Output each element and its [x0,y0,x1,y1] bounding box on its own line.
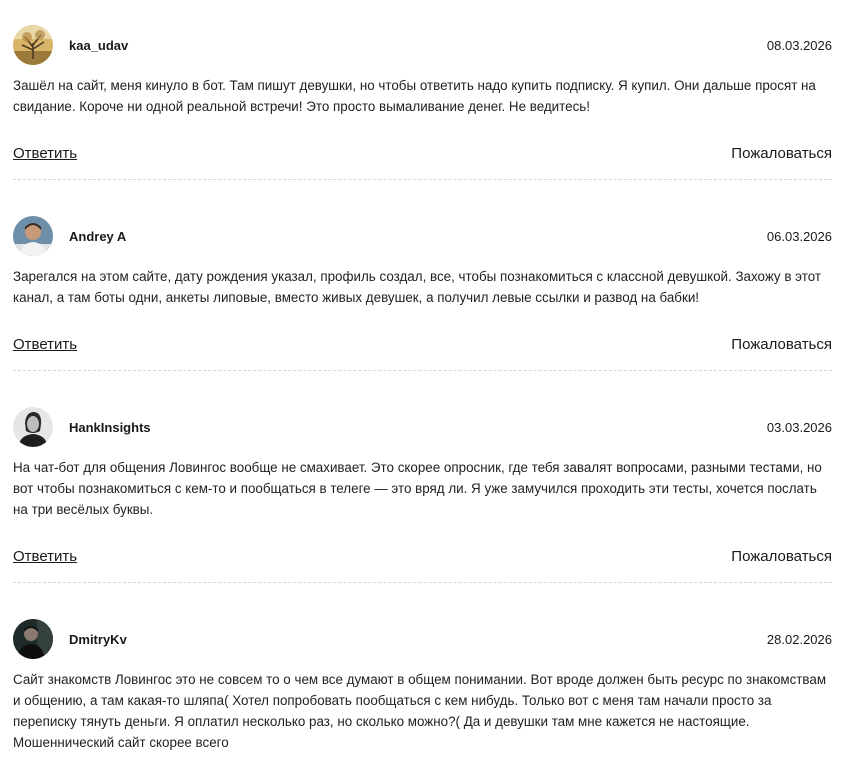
comment-author: HankInsights [69,419,151,435]
comment-text: Зарегался на этом сайте, дату рождения у… [13,269,821,305]
comment-date: 08.03.2026 [766,37,832,53]
comment-author: kaa_udav [69,37,129,53]
comment-header: Andrey A 06.03.2026 [13,216,832,256]
comment-item: DmitryKv 28.02.2026 Сайт знакомств Ловин… [13,583,832,753]
comment-text: На чат-бот для общения Ловингос вообще н… [13,460,822,517]
comment-date: 28.02.2026 [766,631,832,647]
avatar [13,407,53,447]
avatar [13,619,53,659]
comment-actions: Ответить Пожаловаться [13,141,832,166]
comment-item: Andrey A 06.03.2026 Зарегался на этом са… [13,180,832,371]
comments-list: kaa_udav 08.03.2026 Зашёл на сайт, меня … [0,0,842,753]
report-link[interactable]: Пожаловаться [731,548,832,565]
avatar [13,216,53,256]
comment-text: Зашёл на сайт, меня кинуло в бот. Там пи… [13,78,816,114]
comment-date: 06.03.2026 [766,228,832,244]
comment-author: DmitryKv [69,631,127,647]
reply-link[interactable]: Ответить [13,336,77,353]
reply-link[interactable]: Ответить [13,548,77,565]
comment-header: kaa_udav 08.03.2026 [13,25,832,65]
comment-item: HankInsights 03.03.2026 На чат-бот для о… [13,371,832,583]
avatar [13,25,53,65]
comment-text: Сайт знакомств Ловингос это не совсем то… [13,672,827,750]
comment-header: DmitryKv 28.02.2026 [13,619,832,659]
comment-author: Andrey A [69,228,127,244]
comment-header: HankInsights 03.03.2026 [13,407,832,447]
report-link[interactable]: Пожаловаться [731,336,832,353]
report-link[interactable]: Пожаловаться [731,145,832,162]
comment-item: kaa_udav 08.03.2026 Зашёл на сайт, меня … [13,0,832,180]
comment-actions: Ответить Пожаловаться [13,544,832,569]
reply-link[interactable]: Ответить [13,145,77,162]
comment-date: 03.03.2026 [766,419,832,435]
comment-actions: Ответить Пожаловаться [13,332,832,357]
